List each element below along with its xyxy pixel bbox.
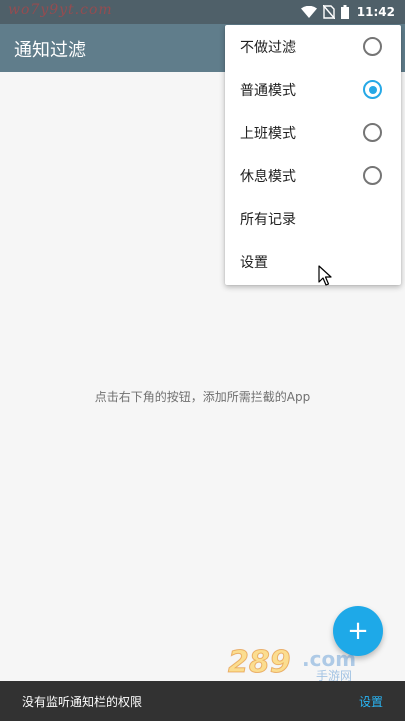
menu-item-settings[interactable]: 设置 <box>225 240 401 283</box>
status-icons: 11:42 <box>300 0 395 24</box>
menu-item-label: 普通模式 <box>240 82 296 99</box>
menu-item-rest-mode[interactable]: 休息模式 <box>225 154 401 197</box>
watermark-logo: 289 .com 手游网 <box>224 642 384 684</box>
menu-item-label: 设置 <box>240 254 268 271</box>
snackbar-message: 没有监听通知栏的权限 <box>22 695 143 709</box>
menu-item-label: 所有记录 <box>240 211 296 228</box>
svg-text:289: 289 <box>228 645 291 680</box>
mouse-cursor-icon <box>318 265 332 291</box>
radio-unchecked-icon[interactable] <box>363 166 382 185</box>
menu-item-label: 休息模式 <box>240 168 296 185</box>
snackbar-settings-button[interactable]: 设置 <box>359 693 383 710</box>
battery-icon <box>340 5 349 19</box>
radio-unchecked-icon[interactable] <box>363 123 382 142</box>
menu-item-normal-mode[interactable]: 普通模式 <box>225 68 401 111</box>
wifi-icon <box>300 6 317 18</box>
status-bar: wo7y9yt.com 11:42 <box>0 0 405 24</box>
radio-checked-icon[interactable] <box>363 80 382 99</box>
empty-state-message: 点击右下角的按钮，添加所需拦截的App <box>94 390 311 404</box>
menu-item-no-filter[interactable]: 不做过滤 <box>225 25 401 68</box>
watermark-text: wo7y9yt.com <box>8 2 113 18</box>
menu-item-label: 上班模式 <box>240 125 296 142</box>
menu-item-work-mode[interactable]: 上班模式 <box>225 111 401 154</box>
radio-unchecked-icon[interactable] <box>363 37 382 56</box>
menu-item-all-records[interactable]: 所有记录 <box>225 197 401 240</box>
menu-item-label: 不做过滤 <box>240 39 296 56</box>
svg-text:.com: .com <box>302 647 356 671</box>
status-clock: 11:42 <box>356 5 395 19</box>
overflow-menu: 不做过滤 普通模式 上班模式 休息模式 所有记录 设置 <box>225 25 401 285</box>
snackbar: 没有监听通知栏的权限 设置 <box>0 681 405 721</box>
no-sim-icon <box>322 5 335 19</box>
page-title: 通知过滤 <box>14 40 86 61</box>
